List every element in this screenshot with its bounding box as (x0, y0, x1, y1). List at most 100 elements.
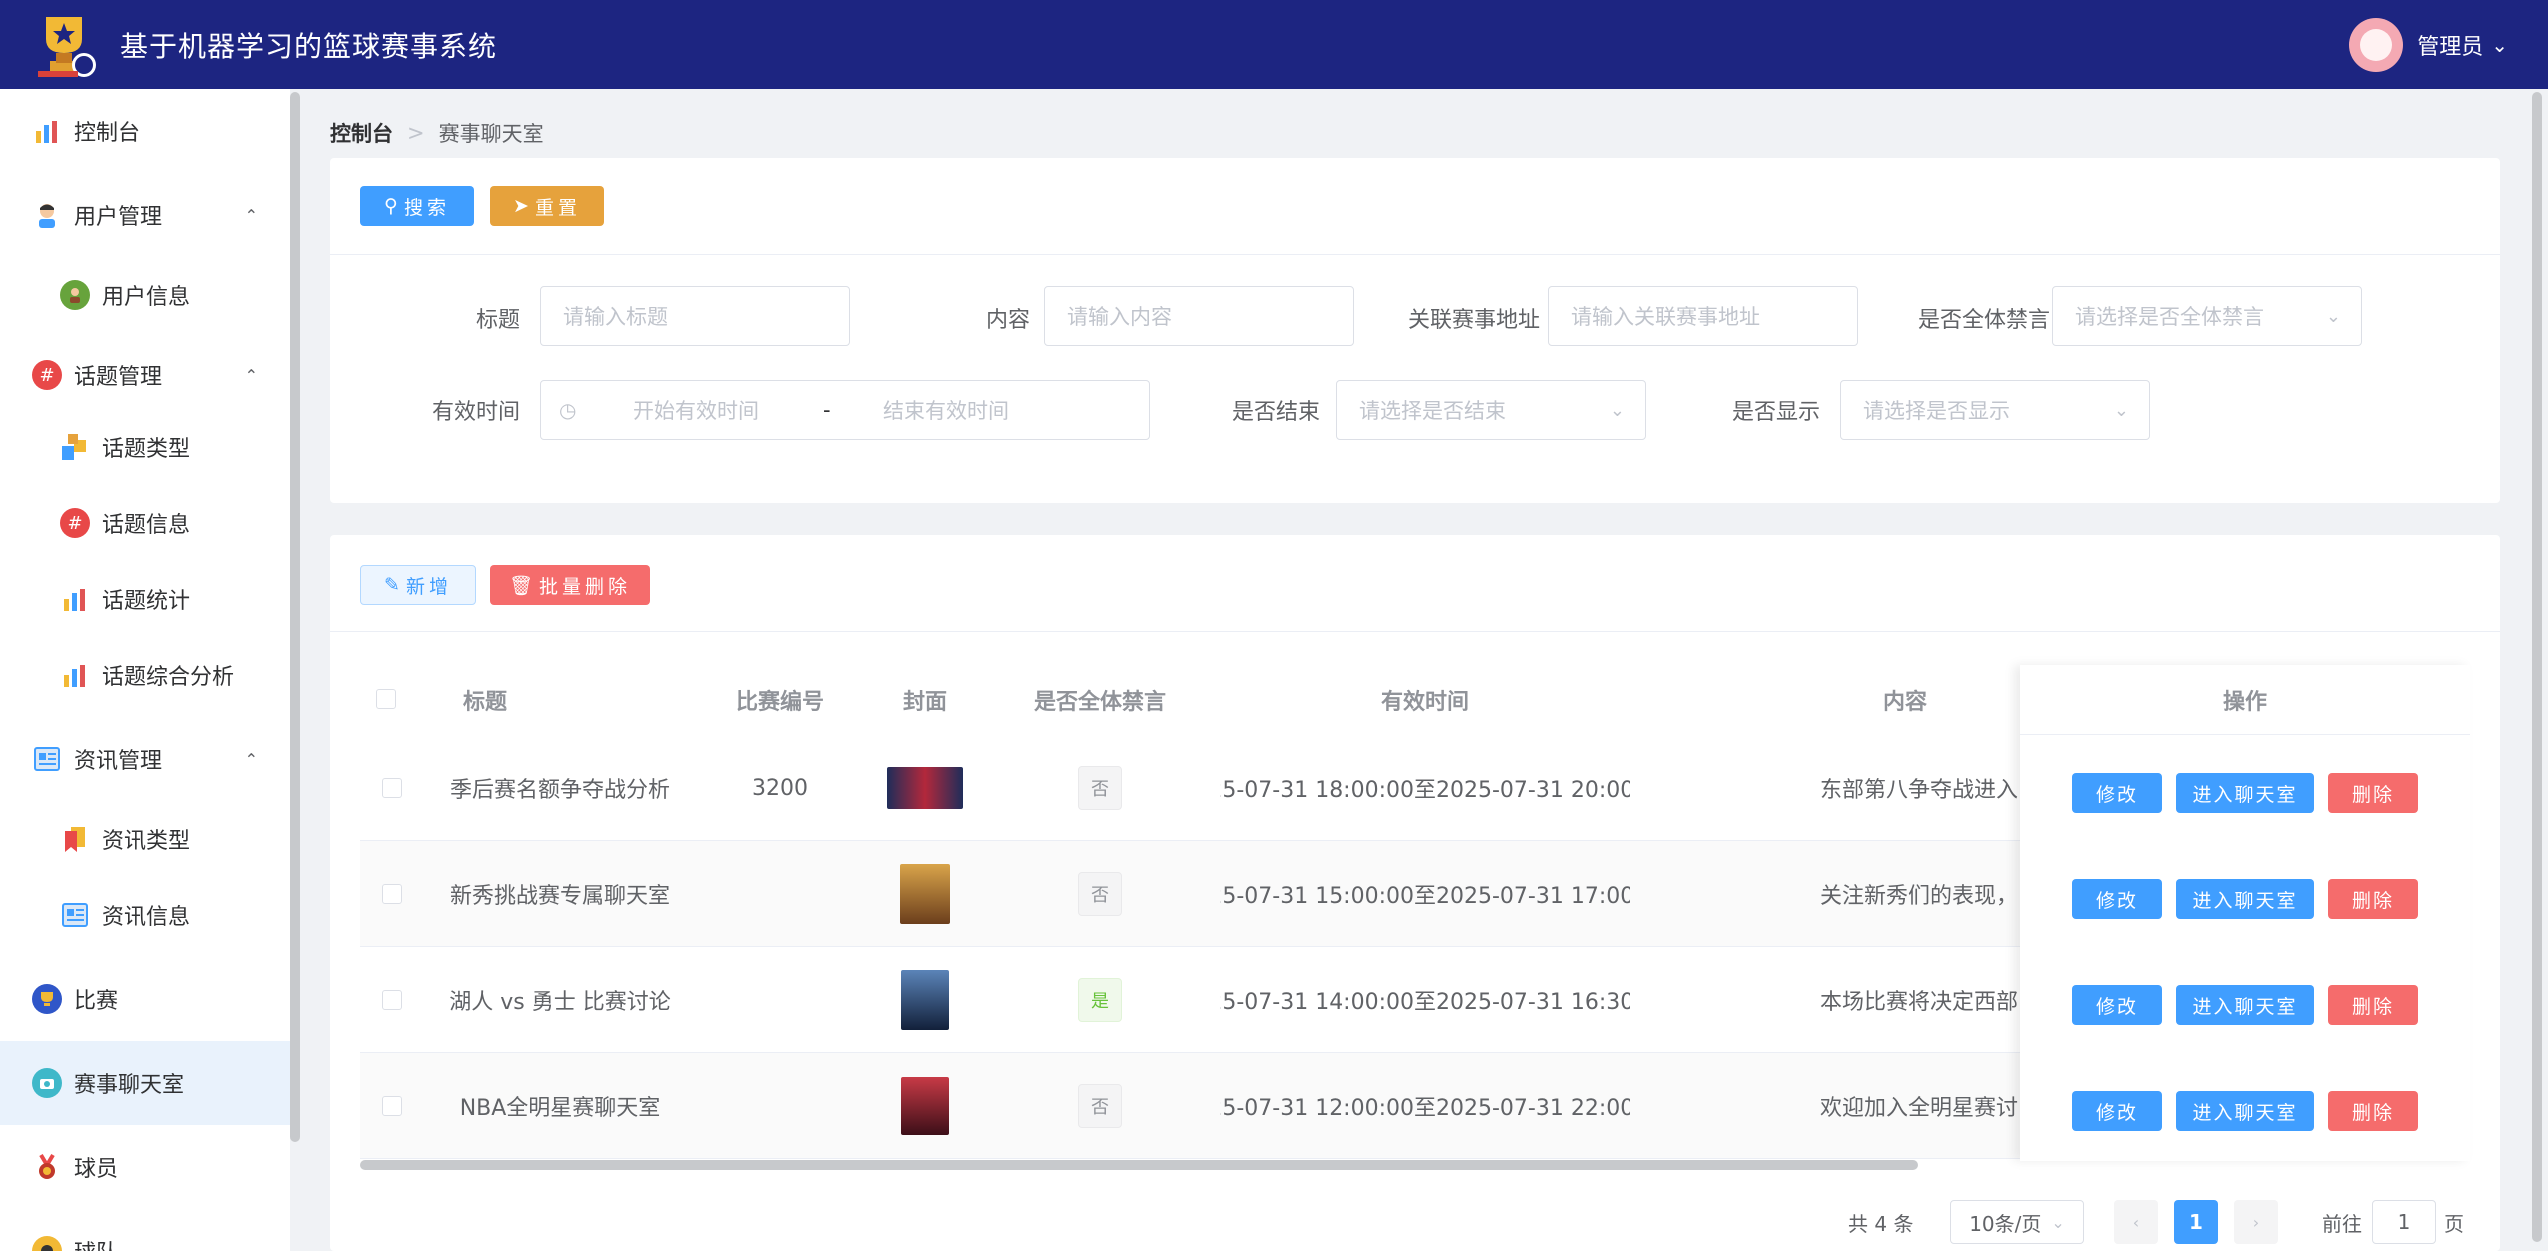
reset-button[interactable]: ➤ 重置 (490, 186, 604, 226)
sidebar-item-player[interactable]: 球员 (0, 1125, 290, 1209)
sidebar-item-dashboard[interactable]: 控制台 (0, 89, 290, 173)
sidebar-item-label: 控制台 (74, 121, 141, 146)
column-header-cover[interactable]: 封面 (880, 665, 970, 735)
sidebar-item-topic-type[interactable]: 话题类型 (0, 409, 290, 485)
edit-button[interactable]: 修改 (2072, 879, 2162, 919)
sidebar-item-topic-stats[interactable]: 话题统计 (0, 561, 290, 637)
page-size-select[interactable]: 10条/页 ⌄ (1950, 1200, 2084, 1244)
ended-select-placeholder: 请选择是否结束 (1359, 399, 1506, 423)
enter-chat-button[interactable]: 进入聊天室 (2176, 985, 2314, 1025)
batch-delete-button[interactable]: 🗑 批量删除 (490, 565, 650, 605)
end-time-placeholder[interactable]: 结束有效时间 (883, 395, 1009, 425)
page-scrollbar[interactable] (2532, 92, 2542, 1242)
edit-button[interactable]: 修改 (2072, 1091, 2162, 1131)
cover-image[interactable] (901, 970, 949, 1030)
sidebar-item-chatroom[interactable]: 赛事聊天室 (0, 1041, 290, 1125)
row-checkbox[interactable] (382, 778, 402, 798)
sidebar-item-user-management[interactable]: 用户管理 ⌃ (0, 173, 290, 257)
cell-muted: 否 (1010, 735, 1190, 841)
cell-muted: 是 (1010, 947, 1190, 1053)
ended-select[interactable]: 请选择是否结束 ⌄ (1336, 380, 1646, 440)
delete-button[interactable]: 删除 (2328, 1091, 2418, 1131)
cell-title: 新秀挑战赛专属聊天室 (449, 884, 670, 909)
edit-button[interactable]: 修改 (2072, 985, 2162, 1025)
sidebar-item-label: 资讯信息 (102, 905, 191, 930)
delete-button[interactable]: 删除 (2328, 985, 2418, 1025)
search-button[interactable]: ⚲ 搜索 (360, 186, 474, 226)
avatar[interactable] (2349, 18, 2404, 72)
column-header-muted[interactable]: 是否全体禁言 (1010, 665, 1190, 735)
sidebar-item-news-info[interactable]: 资讯信息 (0, 877, 290, 953)
chevron-up-icon: ⌃ (244, 205, 258, 225)
sidebar-item-topic-info[interactable]: # 话题信息 (0, 485, 290, 561)
sidebar-item-match[interactable]: 比赛 (0, 957, 290, 1041)
enter-chat-button[interactable]: 进入聊天室 (2176, 773, 2314, 813)
muted-tag: 是 (1078, 978, 1122, 1022)
sidebar-item-team[interactable]: 球队 (0, 1209, 290, 1251)
page-suffix: 页 (2444, 1211, 2464, 1236)
news-icon (60, 900, 90, 930)
select-all-checkbox[interactable] (376, 689, 396, 709)
column-header-title[interactable]: 标题 (410, 665, 560, 735)
shown-select[interactable]: 请选择是否显示 ⌄ (1840, 380, 2150, 440)
row-checkbox[interactable] (382, 990, 402, 1010)
title-input[interactable]: 请输入标题 (540, 286, 850, 346)
column-header-match-no[interactable]: 比赛编号 (720, 665, 840, 735)
sidebar-item-topic-analysis[interactable]: 话题综合分析 (0, 637, 290, 713)
hashtag-icon: # (60, 508, 90, 538)
sidebar-scrollbar[interactable] (290, 92, 300, 1142)
shown-label: 是否显示 (1731, 400, 1820, 425)
content-input[interactable]: 请输入内容 (1044, 286, 1354, 346)
divider (330, 631, 2500, 632)
sidebar: 控制台 用户管理 ⌃ 用户信息 # 话题管理 ⌃ 话题类型 # 话题信息 话题统… (0, 89, 290, 1251)
sidebar-item-news-type[interactable]: 资讯类型 (0, 801, 290, 877)
page-size-value: 10条/页 (1969, 1211, 2042, 1236)
start-time-placeholder[interactable]: 开始有效时间 (633, 395, 759, 425)
news-icon (32, 744, 62, 774)
delete-button[interactable]: 删除 (2328, 773, 2418, 813)
table-horizontal-scrollbar[interactable] (360, 1160, 1918, 1170)
row-checkbox[interactable] (382, 884, 402, 904)
breadcrumb-root[interactable]: 控制台 (330, 118, 393, 148)
cell-valid-time: 2025-07-31 15:00:00至2025-07-31 17:00:00 (1220, 884, 1630, 909)
column-header-content[interactable]: 内容 (1860, 665, 1950, 735)
edit-button[interactable]: 修改 (2072, 773, 2162, 813)
enter-chat-button[interactable]: 进入聊天室 (2176, 1091, 2314, 1131)
sidebar-item-topic-management[interactable]: # 话题管理 ⌃ (0, 333, 290, 417)
cover-image[interactable] (901, 1077, 949, 1135)
cell-title: NBA全明星赛聊天室 (459, 1096, 661, 1121)
enter-chat-button[interactable]: 进入聊天室 (2176, 879, 2314, 919)
cover-image[interactable] (887, 767, 963, 809)
sidebar-item-label: 比赛 (74, 989, 119, 1014)
row-checkbox[interactable] (382, 1096, 402, 1116)
delete-button[interactable]: 删除 (2328, 879, 2418, 919)
prev-page-button[interactable]: ‹ (2114, 1200, 2158, 1244)
sidebar-item-user-info[interactable]: 用户信息 (0, 257, 290, 333)
muted-tag: 否 (1078, 1084, 1122, 1128)
chevron-down-icon[interactable]: ⌄ (2491, 33, 2508, 57)
muted-tag: 否 (1078, 766, 1122, 810)
muted-select[interactable]: 请选择是否全体禁言 ⌄ (2052, 286, 2362, 346)
page-number-current[interactable]: 1 (2174, 1200, 2218, 1244)
range-separator: - (823, 398, 831, 422)
user-menu[interactable]: 管理员 ⌄ (2349, 18, 2508, 72)
medal-icon (32, 1152, 62, 1182)
sidebar-item-label: 话题统计 (102, 589, 191, 614)
cell-cover (880, 841, 970, 947)
next-page-button[interactable]: › (2234, 1200, 2278, 1244)
breadcrumb-current: 赛事聊天室 (438, 122, 544, 146)
goto-page-input[interactable]: 1 (2372, 1200, 2436, 1244)
sidebar-item-news-management[interactable]: 资讯管理 ⌃ (0, 717, 290, 801)
chevron-down-icon: ⌄ (1609, 399, 1625, 421)
camera-icon (32, 1068, 62, 1098)
cell-muted: 否 (1010, 841, 1190, 947)
cover-image[interactable] (900, 864, 950, 924)
dashboard-chart-icon (32, 116, 62, 146)
match-url-input[interactable]: 请输入关联赛事地址 (1548, 286, 1858, 346)
user-name[interactable]: 管理员 (2417, 29, 2483, 61)
cell-match-no (720, 1053, 840, 1159)
add-button[interactable]: ✎ 新增 (360, 565, 476, 605)
valid-time-range-picker[interactable]: ◷ 开始有效时间 - 结束有效时间 (540, 380, 1150, 440)
column-header-valid-time[interactable]: 有效时间 (1320, 665, 1530, 735)
cell-title: 湖人 vs 勇士 比赛讨论 (449, 990, 671, 1015)
